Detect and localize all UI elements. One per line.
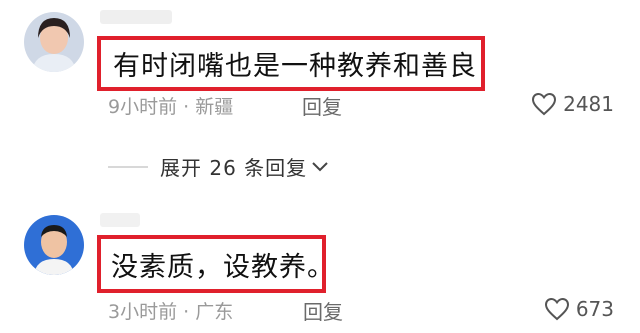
heart-outline-icon — [532, 92, 557, 116]
comment-time: 9小时前 — [108, 96, 178, 118]
like-button[interactable]: 2481 — [531, 92, 614, 116]
username-blurred[interactable] — [100, 10, 172, 24]
like-count: 673 — [575, 297, 614, 321]
comment-content-highlighted: 有时闭嘴也是一种教养和善良 — [97, 36, 485, 91]
reply-button[interactable]: 回复 — [302, 91, 342, 120]
meta-separator: · — [177, 96, 196, 118]
comment-location: 广东 — [195, 301, 234, 323]
comment-text: 没素质，设教养。 — [111, 251, 335, 283]
comment-meta: 9小时前 · 新疆 — [108, 92, 233, 119]
comment-item: 有时闭嘴也是一种教养和善良 9小时前 · 新疆 回复 2481 — [0, 0, 640, 130]
like-count: 2481 — [563, 92, 614, 116]
comment-text: 有时闭嘴也是一种教养和善良 — [113, 51, 477, 82]
comment-content-highlighted: 没素质，设教养。 — [97, 235, 334, 293]
expand-replies-label: 展开 26 条回复 — [160, 156, 308, 180]
divider — [108, 165, 148, 168]
comment-item: 没素质，设教养。 3小时前 · 广东 回复 673 — [0, 205, 640, 333]
reply-button[interactable]: 回复 — [303, 296, 343, 325]
comment-location: 新疆 — [195, 96, 234, 118]
expand-replies[interactable]: 展开 26 条回复 — [108, 152, 329, 181]
chevron-down-icon — [312, 161, 328, 171]
avatar[interactable] — [24, 215, 84, 275]
heart-outline-icon — [544, 297, 569, 321]
comment-meta: 3小时前 · 广东 — [108, 297, 233, 324]
avatar[interactable] — [24, 12, 84, 72]
meta-separator: · — [177, 301, 196, 323]
username-blurred[interactable] — [100, 213, 140, 227]
like-button[interactable]: 673 — [544, 297, 614, 321]
comment-time: 3小时前 — [108, 301, 178, 323]
